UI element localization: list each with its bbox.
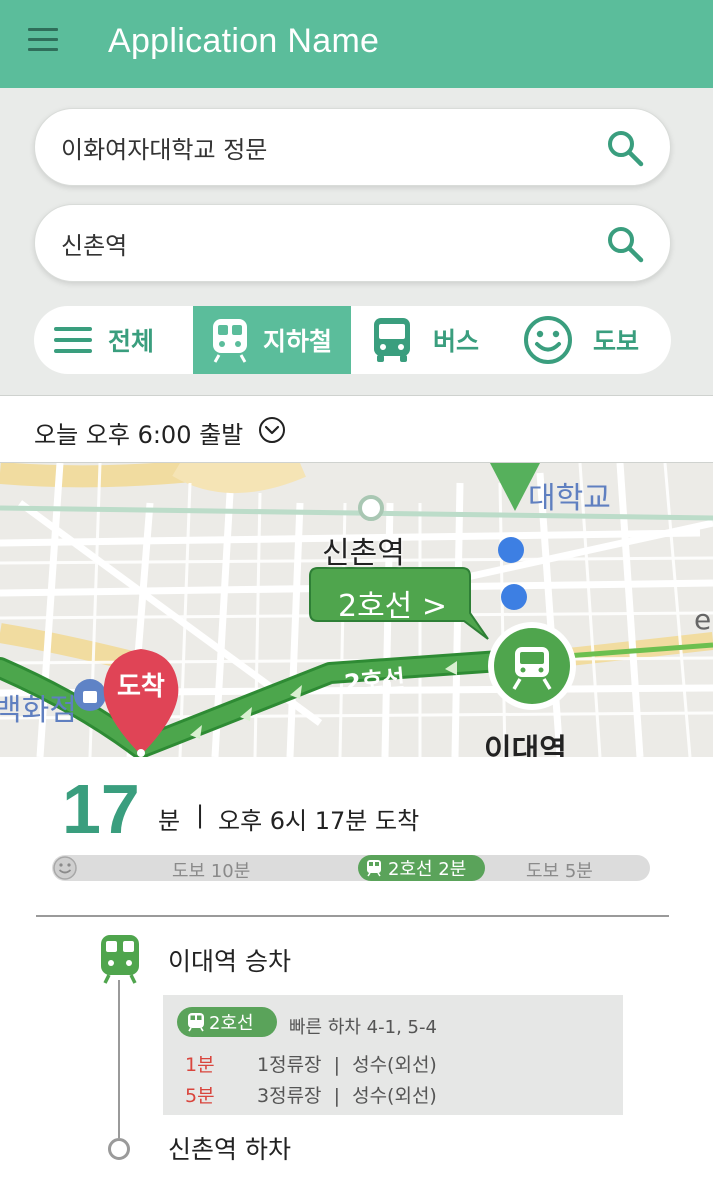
board-step-title: 이대역 승차: [168, 947, 291, 976]
transport-mode-tabs: 전체 지하철 버스 도보: [34, 306, 671, 374]
arrival-time-2: 5분: [185, 1085, 215, 1107]
map-arrival-marker-label[interactable]: 도착: [117, 666, 165, 703]
route-timeline-line: [118, 980, 120, 1138]
search-icon[interactable]: [606, 225, 644, 263]
arrival-time: 오후 6시 17분 도착: [218, 807, 420, 835]
segment-walk-2: 도보 5분: [526, 861, 593, 882]
tab-all-label: 전체: [108, 327, 155, 356]
alight-step-marker: [108, 1138, 130, 1160]
destination-search-box: [34, 204, 671, 282]
map-label-ewha-station: 이대역: [484, 733, 567, 757]
list-icon: [54, 327, 92, 353]
line-badge: 2호선: [177, 1007, 277, 1037]
departure-time-row[interactable]: 오늘 오후 6:00 출발: [0, 395, 713, 463]
segment-walk-1: 도보 10분: [172, 861, 251, 882]
line-badge-label: 2호선: [209, 1013, 254, 1034]
bus-icon: [374, 318, 410, 362]
map-label-edge: e: [694, 603, 712, 636]
subway-info-card[interactable]: 2호선 빠른 하차 4-1, 5-4 1분 1정류장 | 성수(외선) 5분 3…: [163, 995, 623, 1115]
tab-walk[interactable]: 도보: [511, 306, 671, 374]
hamburger-menu-icon[interactable]: [28, 28, 62, 58]
tab-walk-label: 도보: [593, 327, 640, 356]
origin-search-box: [34, 108, 671, 186]
subway-icon: [101, 935, 139, 984]
map-line-callout[interactable]: 2호선 >: [338, 581, 447, 625]
fast-exit-info: 빠른 하차 4-1, 5-4: [289, 1017, 437, 1038]
subway-icon: [213, 319, 247, 363]
search-icon[interactable]: [606, 129, 644, 167]
subway-icon: [188, 1013, 204, 1032]
smiley-walk-icon: [53, 856, 77, 880]
departure-time-label: 오늘 오후 6:00 출발: [34, 421, 244, 449]
tab-subway[interactable]: 지하철: [193, 306, 351, 374]
app-bar: Application Name: [0, 0, 713, 88]
tab-subway-label: 지하철: [263, 327, 333, 356]
route-summary: 17 분 | 오후 6시 17분 도착 도보 10분 2호선 2분 도보 5분: [0, 757, 713, 917]
route-segments-bar: 도보 10분 2호선 2분 도보 5분: [52, 855, 650, 882]
summary-separator: |: [196, 801, 205, 829]
map-label-line2: 2호선: [343, 664, 407, 698]
map-label-university: 대학교: [528, 481, 611, 516]
smiley-walk-icon: [524, 316, 572, 364]
subway-icon: [367, 860, 381, 877]
tab-all[interactable]: 전체: [34, 306, 192, 374]
app-title: Application Name: [108, 22, 380, 60]
arrival-time-1: 1분: [185, 1054, 215, 1076]
map-label-sinchon: 신촌역: [322, 536, 405, 571]
minutes-unit: 분: [158, 807, 181, 835]
segment-subway: 2호선 2분: [358, 855, 485, 881]
total-minutes: 17: [62, 770, 140, 848]
map-label-dept-store: 백화점: [0, 693, 77, 728]
arrival-info-2: 3정류장 | 성수(외선): [257, 1085, 437, 1107]
destination-input[interactable]: [61, 221, 581, 265]
tab-bus-label: 버스: [433, 327, 480, 356]
search-panel: 전체 지하철 버스: [0, 88, 713, 395]
chevron-down-circle-icon[interactable]: [258, 416, 286, 444]
route-map[interactable]: 대학교 신촌역 2호선 > 2호선 백화점 도착 이대역 e: [0, 463, 713, 757]
alight-step-title: 신촌역 하차: [168, 1135, 291, 1164]
tab-bus[interactable]: 버스: [351, 306, 511, 374]
origin-input[interactable]: [61, 125, 581, 169]
arrival-info-1: 1정류장 | 성수(외선): [257, 1054, 437, 1076]
section-divider: [36, 915, 669, 917]
segment-subway-label: 2호선 2분: [388, 859, 467, 880]
